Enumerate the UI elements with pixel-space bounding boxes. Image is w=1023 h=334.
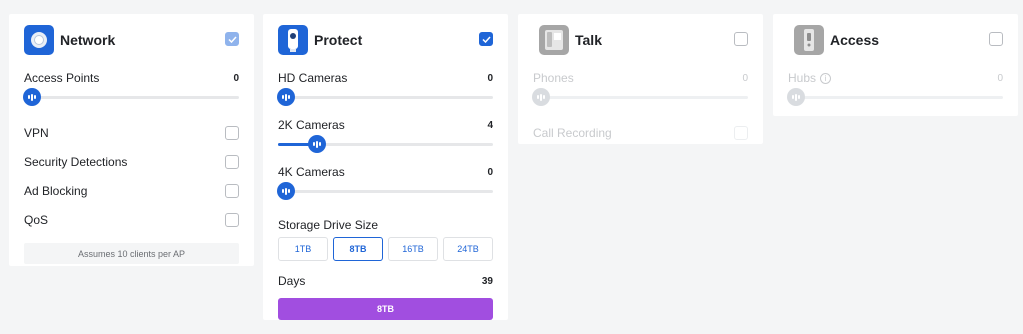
2k-cameras-slider-row: 2K Cameras 4: [278, 108, 493, 155]
phone-icon: [539, 25, 569, 55]
phones-slider[interactable]: [532, 88, 748, 106]
talk-title: Talk: [575, 32, 602, 48]
qos-row: QoS: [24, 205, 239, 234]
storage-drive-size-label: Storage Drive Size: [278, 218, 379, 232]
ad-blocking-row: Ad Blocking: [24, 176, 239, 205]
vpn-checkbox[interactable]: [225, 126, 239, 140]
phones-slider-row: Phones 0: [532, 61, 748, 108]
hd-cameras-value: 0: [487, 73, 493, 84]
access-point-note: Assumes 10 clients per AP: [24, 243, 239, 264]
hubs-slider-row: Hubs i 0: [787, 61, 1003, 108]
access-enable-checkbox[interactable]: [989, 32, 1003, 46]
days-label: Days: [278, 274, 306, 288]
drive-option-24tb[interactable]: 24TB: [443, 237, 493, 261]
hd-cameras-slider-row: HD Cameras 0: [277, 61, 493, 108]
network-header: Network: [24, 19, 239, 61]
qos-checkbox[interactable]: [225, 213, 239, 227]
slider-thumb[interactable]: [23, 88, 41, 106]
hubs-value: 0: [997, 73, 1003, 84]
hubs-label-wrap: Hubs i: [788, 71, 832, 85]
access-points-label: Access Points: [24, 71, 100, 85]
access-points-slider[interactable]: [23, 88, 239, 106]
hd-cameras-slider[interactable]: [277, 88, 493, 106]
network-enable-checkbox[interactable]: [225, 32, 239, 46]
2k-cameras-label: 2K Cameras: [278, 118, 345, 132]
hd-cameras-label: HD Cameras: [278, 71, 348, 85]
slider-thumb[interactable]: [308, 135, 327, 153]
storage-drive-options: 1TB 8TB 16TB 24TB: [278, 237, 493, 261]
security-detections-label: Security Detections: [24, 155, 128, 169]
2k-cameras-slider[interactable]: [278, 135, 493, 153]
ad-blocking-checkbox[interactable]: [225, 184, 239, 198]
phones-label: Phones: [533, 71, 574, 85]
talk-header: Talk: [533, 19, 748, 61]
drive-option-8tb[interactable]: 8TB: [333, 237, 383, 261]
security-detections-checkbox[interactable]: [225, 155, 239, 169]
drive-option-1tb[interactable]: 1TB: [278, 237, 328, 261]
access-points-value: 0: [233, 73, 239, 84]
slider-thumb[interactable]: [277, 182, 295, 200]
talk-enable-checkbox[interactable]: [734, 32, 748, 46]
protect-card: Protect HD Cameras 0 2K Cameras 4 4K Cam…: [263, 14, 508, 320]
drive-option-16tb[interactable]: 16TB: [388, 237, 438, 261]
phones-value: 0: [742, 73, 748, 84]
network-title: Network: [60, 32, 116, 48]
protect-title: Protect: [314, 32, 363, 48]
vpn-row: VPN: [24, 118, 239, 147]
qos-label: QoS: [24, 213, 49, 227]
vpn-label: VPN: [24, 126, 49, 140]
ad-blocking-label: Ad Blocking: [24, 184, 88, 198]
access-points-slider-row: Access Points 0: [23, 61, 239, 108]
days-value: 39: [481, 276, 493, 287]
access-card: Access Hubs i 0: [773, 14, 1018, 116]
hubs-label: Hubs: [788, 71, 817, 85]
door-access-icon: [794, 25, 824, 55]
network-card: Network Access Points 0 VPN Security Det…: [9, 14, 254, 266]
network-device-icon: [24, 25, 54, 55]
security-detections-row: Security Detections: [24, 147, 239, 176]
talk-card: Talk Phones 0 Call Recording: [518, 14, 763, 144]
hubs-slider[interactable]: [787, 88, 1003, 106]
2k-cameras-value: 4: [487, 120, 493, 131]
call-recording-checkbox[interactable]: [734, 126, 748, 140]
4k-cameras-label: 4K Cameras: [278, 165, 345, 179]
4k-cameras-slider-row: 4K Cameras 0: [277, 155, 493, 202]
call-recording-label: Call Recording: [533, 126, 612, 140]
protect-header: Protect: [278, 19, 493, 61]
slider-thumb[interactable]: [787, 88, 805, 106]
protect-enable-checkbox[interactable]: [479, 32, 493, 46]
slider-thumb[interactable]: [532, 88, 550, 106]
access-title: Access: [830, 32, 880, 48]
camera-icon: [278, 25, 308, 55]
4k-cameras-slider[interactable]: [277, 182, 493, 200]
4k-cameras-value: 0: [487, 167, 493, 178]
slider-thumb[interactable]: [277, 88, 295, 106]
call-recording-row: Call Recording: [533, 118, 748, 147]
access-header: Access: [788, 19, 1003, 61]
days-row: Days 39: [278, 261, 493, 288]
info-icon[interactable]: i: [820, 73, 832, 85]
storage-usage-bar: 8TB: [278, 298, 493, 320]
